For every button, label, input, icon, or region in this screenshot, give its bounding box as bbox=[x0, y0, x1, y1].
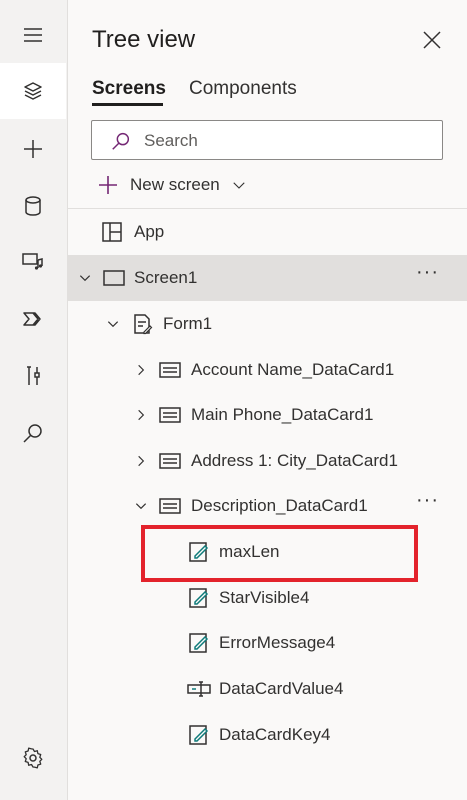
tree-item-datacardkey4[interactable]: DataCardKey4 bbox=[68, 712, 467, 758]
label-edit-icon bbox=[189, 542, 209, 562]
tree-item-label: ErrorMessage4 bbox=[219, 633, 336, 652]
tree-item-label: Form1 bbox=[163, 314, 213, 333]
label-edit-icon bbox=[189, 633, 209, 653]
chevron-right-icon[interactable] bbox=[134, 363, 148, 377]
tree-item-label: StarVisible4 bbox=[219, 588, 310, 607]
close-icon[interactable] bbox=[420, 28, 444, 52]
datacard-icon bbox=[159, 407, 181, 423]
tree-item-datacardvalue4[interactable]: DataCardValue4 bbox=[68, 666, 467, 712]
tab-screens[interactable]: Screens bbox=[92, 78, 166, 100]
search-icon[interactable] bbox=[0, 405, 66, 461]
panel-title: Tree view bbox=[92, 26, 196, 53]
tree-item-form1[interactable]: Form1 bbox=[68, 301, 467, 347]
new-screen-button[interactable]: New screen bbox=[96, 172, 248, 198]
chevron-down-icon[interactable] bbox=[78, 271, 92, 285]
tree-item-label: maxLen bbox=[219, 542, 280, 561]
tree-item-screen1[interactable]: Screen1 ··· bbox=[68, 255, 467, 301]
tab-components[interactable]: Components bbox=[189, 78, 297, 100]
active-tab-indicator bbox=[92, 103, 163, 106]
text-input-icon bbox=[187, 681, 211, 697]
tree-item-label: DataCardKey4 bbox=[219, 725, 331, 744]
tree-item-label: Screen1 bbox=[134, 268, 198, 287]
tree-item-address-city-datacard1[interactable]: Address 1: City_DataCard1 bbox=[68, 438, 467, 484]
form-icon bbox=[134, 314, 153, 335]
power-automate-icon[interactable] bbox=[0, 291, 66, 347]
tree-item-main-phone-datacard1[interactable]: Main Phone_DataCard1 bbox=[68, 392, 467, 438]
label-edit-icon bbox=[189, 588, 209, 608]
label-edit-icon bbox=[189, 725, 209, 745]
datacard-icon bbox=[159, 362, 181, 378]
chevron-right-icon[interactable] bbox=[134, 454, 148, 468]
search-box[interactable] bbox=[91, 120, 443, 160]
settings-icon[interactable] bbox=[0, 730, 66, 786]
more-options-button[interactable]: ··· bbox=[416, 261, 439, 284]
media-icon[interactable] bbox=[0, 234, 66, 290]
search-input[interactable] bbox=[142, 127, 436, 155]
chevron-down-icon[interactable] bbox=[134, 499, 148, 513]
screen-icon bbox=[103, 270, 125, 286]
tree-item-label: Address 1: City_DataCard1 bbox=[191, 451, 398, 470]
app-icon bbox=[102, 222, 122, 242]
tree-item-label: Description_DataCard1 bbox=[191, 496, 368, 515]
tree-item-maxlen[interactable]: maxLen bbox=[68, 529, 467, 575]
add-icon bbox=[99, 176, 117, 194]
search-icon bbox=[112, 132, 130, 150]
tree-view-panel: Tree view Screens Components New screen … bbox=[67, 0, 467, 800]
tree-item-label: Account Name_DataCard1 bbox=[191, 360, 395, 379]
add-icon[interactable] bbox=[0, 121, 66, 177]
database-icon[interactable] bbox=[0, 178, 66, 234]
tree-item-label: DataCardValue4 bbox=[219, 679, 344, 698]
tree-item-label: App bbox=[134, 222, 165, 241]
tree-item-account-name-datacard1[interactable]: Account Name_DataCard1 bbox=[68, 347, 467, 393]
left-rail bbox=[0, 0, 66, 800]
tree-item-label: Main Phone_DataCard1 bbox=[191, 405, 374, 424]
chevron-down-icon[interactable] bbox=[106, 317, 120, 331]
datacard-icon bbox=[159, 498, 181, 514]
layers-icon[interactable] bbox=[0, 63, 66, 119]
datacard-icon bbox=[159, 453, 181, 469]
tree-item-description-datacard1[interactable]: Description_DataCard1 ··· bbox=[68, 483, 467, 529]
hamburger-menu-icon[interactable] bbox=[0, 7, 66, 63]
chevron-down-icon bbox=[233, 182, 245, 189]
tools-icon[interactable] bbox=[0, 348, 66, 404]
new-screen-label: New screen bbox=[130, 175, 220, 194]
chevron-right-icon[interactable] bbox=[134, 408, 148, 422]
more-options-button[interactable]: ··· bbox=[416, 489, 439, 512]
tree-item-errormessage4[interactable]: ErrorMessage4 bbox=[68, 620, 467, 666]
tree-item-starvisible4[interactable]: StarVisible4 bbox=[68, 575, 467, 621]
tree-item-app[interactable]: App bbox=[68, 209, 467, 255]
